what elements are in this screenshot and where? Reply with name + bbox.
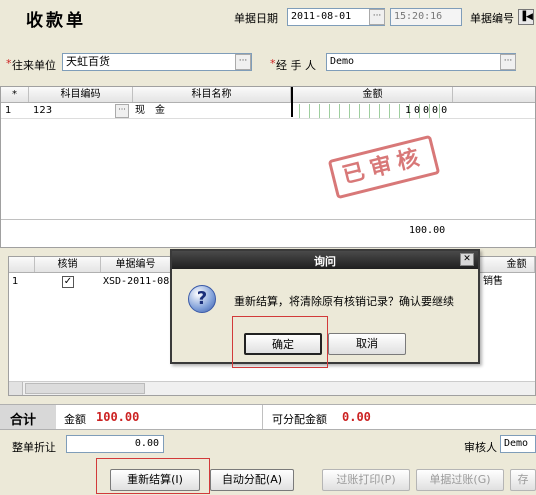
doc-post-button[interactable]: 单据过账(G) [416, 469, 504, 491]
col-index [9, 257, 35, 272]
approved-stamp: 已审核 [327, 134, 441, 200]
docno-label: 单据编号 [470, 12, 514, 25]
dialog-titlebar: 询问 ✕ [172, 251, 478, 269]
col-code: 科目编码 [29, 87, 133, 102]
company-picker-button[interactable]: ··· [235, 54, 251, 70]
company-label: 往来单位 [12, 59, 56, 72]
scroll-thumb[interactable] [25, 383, 145, 394]
post-print-button[interactable]: 过账打印(P) [322, 469, 410, 491]
alloc-label: 可分配金额 [272, 413, 327, 426]
row-name: 现 金 [135, 105, 165, 116]
row-amount[interactable]: 10000 [405, 104, 450, 118]
horizontal-scrollbar[interactable] [9, 381, 535, 395]
reviewer-label: 审核人 [464, 441, 497, 454]
amount-value: 100.00 [96, 410, 140, 424]
date-picker-button[interactable]: ··· [369, 9, 385, 25]
question-icon: ? [188, 285, 216, 313]
subject-table-header: * 科目编码 科目名称 金额 [1, 87, 535, 103]
handler-field[interactable]: Demo [326, 53, 516, 71]
handler-label: 经 手 人 [276, 59, 316, 72]
col-docno: 单据编号 [101, 257, 171, 272]
col-name: 科目名称 [133, 87, 291, 102]
company-field[interactable]: 天虹百货 [62, 53, 252, 71]
docno-nav-button[interactable]: ▐◀ [518, 9, 534, 25]
summary-bar: 合计 金额 100.00 可分配金额 0.00 [0, 404, 536, 430]
dialog-title: 询问 [314, 255, 336, 268]
summary-total-label: 合计 [10, 413, 37, 428]
col-star: * [1, 87, 29, 102]
recalc-highlight [96, 458, 210, 494]
reviewer-field: Demo [500, 435, 536, 453]
summary-divider [262, 405, 263, 429]
scroll-left-button[interactable] [9, 382, 23, 395]
total-amount: 100.00 [409, 225, 446, 236]
table-row[interactable]: 1 123 ··· 现 金 10000 [1, 104, 535, 119]
col-settle: 核销 [35, 257, 101, 272]
date-label: 单据日期 [234, 12, 278, 25]
row-code[interactable]: 123 [33, 104, 52, 118]
col-amount: 金额 [293, 87, 453, 102]
settle-checkbox[interactable]: ✓ [62, 276, 74, 288]
page-title: 收款单 [26, 11, 86, 31]
approved-stamp-text: 已审核 [340, 144, 428, 189]
auto-alloc-button[interactable]: 自动分配(A) [210, 469, 294, 491]
time-field[interactable]: 15:20:16 [390, 8, 462, 26]
company-required-mark: * [6, 57, 12, 70]
amount-label: 金额 [64, 413, 86, 426]
discount-field[interactable]: 0.00 [66, 435, 164, 453]
alloc-value: 0.00 [342, 410, 371, 424]
dialog-message: 重新结算，将清除原有核销记录？确认要继续 [234, 295, 454, 308]
row-index: 1 [12, 276, 19, 287]
dialog-cancel-button[interactable]: 取消 [328, 333, 406, 355]
handler-picker-button[interactable]: ··· [500, 54, 516, 70]
handler-required-mark: * [270, 57, 276, 70]
subject-table: * 科目编码 科目名称 金额 1 123 ··· 现 金 10000 100.0… [0, 86, 536, 248]
ok-highlight [232, 316, 328, 368]
col-amount2: 金额 [499, 257, 535, 272]
dialog-close-button[interactable]: ✕ [460, 253, 474, 266]
total-row: 100.00 [1, 219, 535, 241]
row-index: 1 [5, 105, 12, 116]
discount-label: 整单折让 [12, 441, 56, 454]
code-picker-button[interactable]: ··· [115, 104, 129, 118]
save-button[interactable]: 存 [510, 469, 536, 491]
row-tail: 销售 [483, 276, 503, 287]
row-docno[interactable]: XSD-2011-08 [103, 275, 169, 289]
